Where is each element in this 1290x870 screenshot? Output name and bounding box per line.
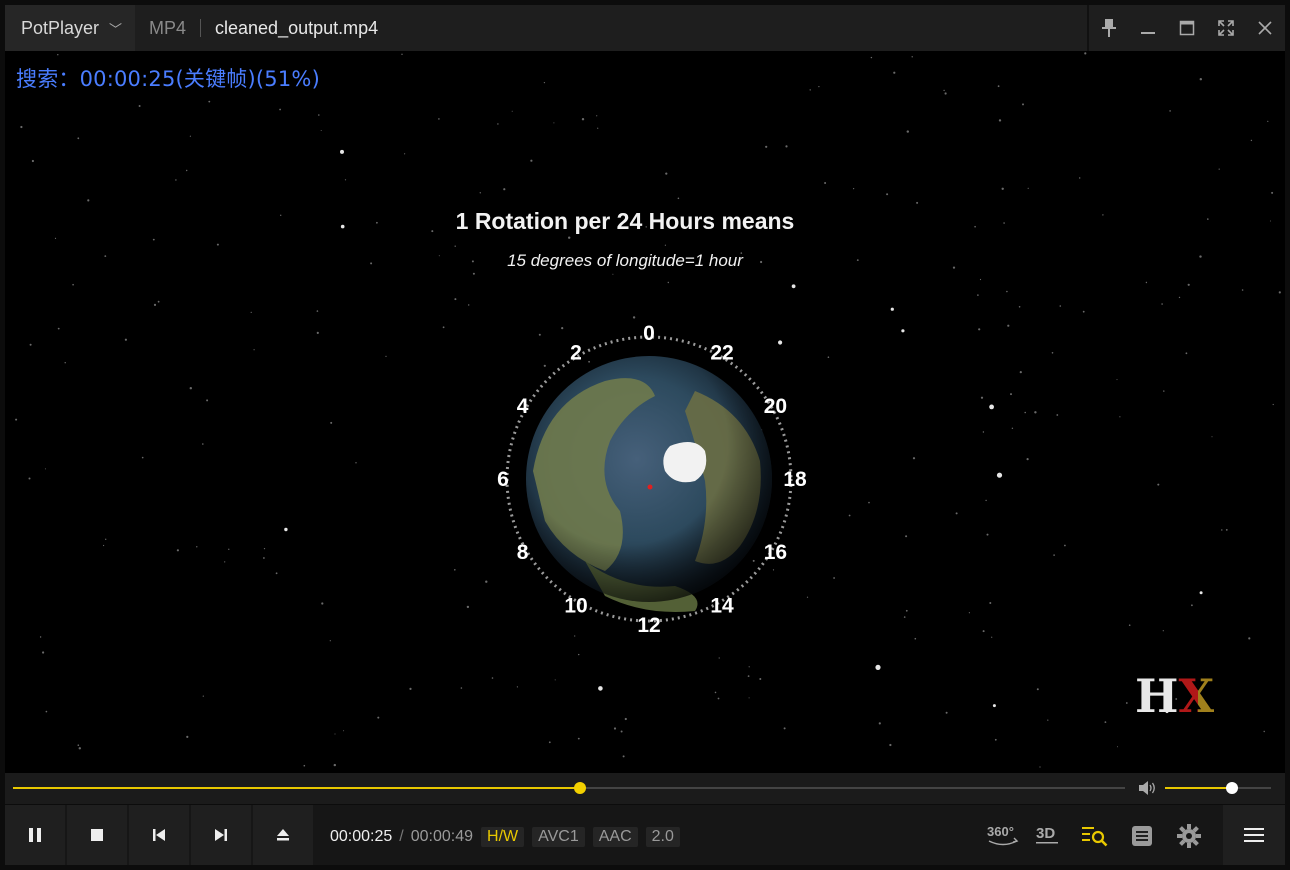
volume-handle[interactable] [1225, 782, 1238, 794]
eject-icon [277, 829, 289, 841]
location-marker [647, 484, 653, 490]
time-separator: / [399, 828, 404, 845]
main-menu-button[interactable] [1223, 805, 1285, 865]
title-divider [200, 19, 202, 37]
next-button[interactable] [191, 805, 251, 865]
seek-bar-area [5, 773, 1285, 804]
previous-button[interactable] [129, 805, 189, 865]
hour-label: 6 [497, 468, 509, 491]
title-bar: PotPlayer ﹀ MP4 cleaned_output.mp4 [5, 5, 1285, 51]
app-menu-button[interactable]: PotPlayer ﹀ [5, 5, 135, 51]
hour-label: 12 [637, 614, 660, 637]
hour-label: 22 [710, 342, 733, 365]
maximize-icon[interactable] [1174, 15, 1200, 41]
hour-label: 2 [570, 342, 582, 365]
file-name: cleaned_output.mp4 [215, 17, 379, 38]
hamburger-menu-icon [1244, 828, 1264, 842]
hx-letter-h: H [1135, 669, 1179, 723]
list-icon [1132, 826, 1152, 846]
3d-button[interactable]: 3D [1033, 821, 1063, 851]
audio-codec-badge[interactable]: AAC [592, 827, 638, 847]
potplayer-window: PotPlayer ﹀ MP4 cleaned_output.mp4 搜索：00… [0, 0, 1290, 870]
pause-button[interactable] [5, 805, 65, 865]
chevron-down-icon: ﹀ [109, 21, 123, 37]
hour-label: 20 [764, 395, 787, 418]
close-icon[interactable] [1252, 15, 1278, 41]
video-codec-badge[interactable]: AVC1 [532, 827, 585, 847]
hx-letter-x: X [1178, 669, 1215, 723]
hour-label: 8 [517, 541, 529, 564]
seek-progress-fill [13, 787, 581, 789]
stop-icon [91, 829, 103, 841]
time-display: 00:00:25 / 00:00:49 H/W AVC1 AAC 2.0 [330, 827, 680, 847]
hour-label: 16 [764, 541, 787, 564]
control-bar: 00:00:25 / 00:00:49 H/W AVC1 AAC 2.0 360… [5, 805, 1285, 865]
pin-icon[interactable] [1096, 15, 1122, 41]
search-list-icon [1082, 827, 1108, 847]
hw-decoder-badge[interactable]: H/W [481, 827, 525, 847]
volume-slider[interactable] [1165, 782, 1271, 794]
vr-360-icon: 360° [987, 824, 1019, 846]
seek-slider[interactable] [13, 782, 1125, 794]
seek-handle[interactable] [574, 782, 587, 794]
svg-text:360°: 360° [987, 824, 1014, 839]
video-viewport[interactable]: 搜索：00:00:25(关键帧)(51%) 1 Rotation per 24 … [5, 51, 1285, 773]
3d-icon: 3D [1036, 825, 1058, 844]
window-controls [1087, 5, 1285, 51]
globe-clock-diagram: 0 22 20 18 16 14 12 10 8 6 4 2 [497, 322, 807, 637]
minimize-icon[interactable] [1135, 15, 1161, 41]
total-time: 00:00:49 [410, 828, 474, 845]
current-time: 00:00:25 [330, 828, 393, 845]
file-format-label: MP4 [149, 17, 187, 38]
hour-label: 10 [564, 594, 587, 617]
pause-icon [29, 828, 41, 842]
settings-button[interactable] [1174, 821, 1204, 851]
hour-label: 18 [783, 468, 807, 491]
stop-button[interactable] [67, 805, 127, 865]
hour-label: 14 [710, 594, 734, 617]
volume-fill [1165, 787, 1232, 789]
audio-channels-badge[interactable]: 2.0 [645, 827, 680, 847]
hx-watermark-logo: HX [1135, 669, 1214, 723]
hour-label: 0 [643, 322, 655, 345]
playlist-search-button[interactable] [1080, 821, 1110, 851]
hour-label: 4 [517, 395, 529, 418]
fullscreen-icon[interactable] [1213, 15, 1239, 41]
previous-icon [153, 829, 165, 841]
svg-text:3D: 3D [1036, 825, 1055, 842]
app-name: PotPlayer [21, 17, 100, 38]
vr-360-button[interactable]: 360° [985, 821, 1021, 851]
eject-button[interactable] [253, 805, 313, 865]
volume-icon[interactable] [1137, 780, 1157, 801]
playlist-button[interactable] [1127, 821, 1157, 851]
gear-icon [1177, 824, 1201, 848]
next-icon [215, 829, 227, 841]
